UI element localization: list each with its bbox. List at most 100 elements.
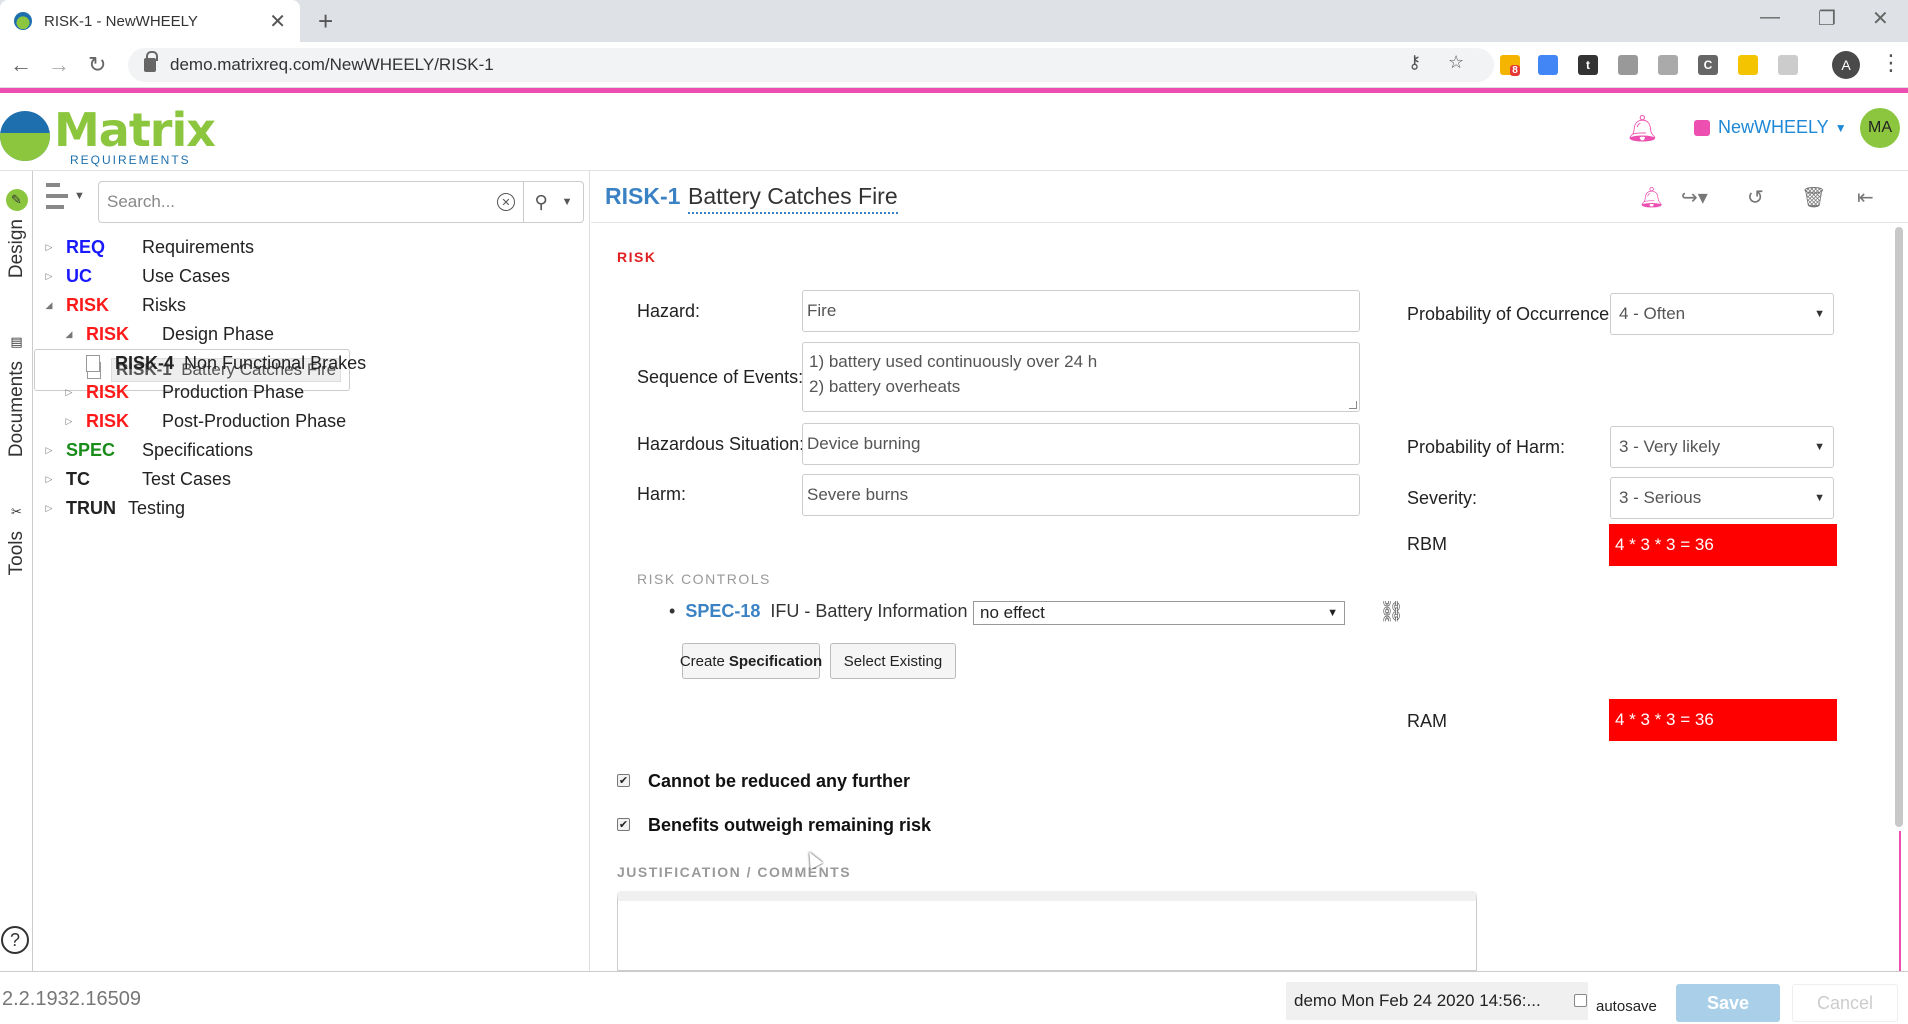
expand-icon[interactable]: ▷: [42, 271, 56, 282]
tab-documents[interactable]: ▤ Documents: [0, 331, 33, 457]
severity-value: 3 - Serious: [1619, 488, 1702, 507]
justification-editor[interactable]: [617, 891, 1477, 971]
profile-avatar[interactable]: A: [1832, 51, 1860, 79]
hazardous-situation-input[interactable]: Device burning: [802, 423, 1360, 465]
probability-occurrence-select[interactable]: 4 - Often ▼: [1610, 293, 1834, 335]
lock-icon: [144, 51, 158, 72]
extension-camera-icon[interactable]: [1658, 55, 1678, 75]
create-spec-label-bold: Specification: [728, 652, 823, 670]
create-specification-button[interactable]: Create Specification: [679, 643, 823, 679]
tree-item-post-production-phase[interactable]: ▷ RISK Post-Production Phase: [34, 407, 590, 436]
tree-item-design-phase[interactable]: ◢ RISK Design Phase: [34, 320, 590, 349]
tools-icon: ✂: [11, 504, 22, 519]
search-input[interactable]: [107, 192, 497, 212]
collapse-icon[interactable]: ◢: [42, 300, 56, 311]
extension-t-icon[interactable]: t: [1578, 55, 1598, 75]
sequence-textarea[interactable]: 1) battery used continuously over 24 h 2…: [802, 342, 1360, 412]
tab-tools-label: Tools: [5, 531, 27, 576]
tab-design[interactable]: ✎ Design: [0, 189, 33, 278]
close-tab-icon[interactable]: ✕: [269, 9, 286, 34]
risk-control-effect-select[interactable]: no effect ▼: [973, 601, 1345, 625]
watch-bell-icon[interactable]: 🔔︎: [1639, 185, 1664, 210]
tree-view-menu[interactable]: ▼: [46, 183, 85, 209]
restore-icon[interactable]: ❐: [1818, 6, 1836, 31]
notification-bell-icon[interactable]: 🔔︎: [1626, 113, 1659, 143]
tree-item-uc[interactable]: ▷ UC Use Cases: [34, 262, 590, 291]
resize-grip-icon[interactable]: [1349, 401, 1357, 409]
tree-item-risk-4[interactable]: RISK-4 Non Functional Brakes: [34, 349, 590, 378]
tree-item-trun[interactable]: ▷ TRUN Testing: [34, 494, 590, 523]
collapse-panel-icon[interactable]: ⇤: [1857, 185, 1874, 210]
new-tab-icon[interactable]: +: [318, 6, 333, 37]
share-icon[interactable]: ↪▾: [1681, 185, 1708, 210]
clear-search-icon[interactable]: ✕: [497, 193, 515, 211]
project-selector[interactable]: NewWHEELY ▼: [1694, 117, 1847, 138]
browser-tab[interactable]: RISK-1 - NewWHEELY ✕: [0, 0, 300, 42]
back-icon[interactable]: ←: [10, 52, 32, 78]
caret-down-icon: ▼: [561, 196, 573, 208]
extension-c-icon[interactable]: C: [1698, 55, 1718, 75]
sequence-line: 1) battery used continuously over 24 h: [809, 352, 1098, 371]
cannot-reduce-checkbox[interactable]: ✔: [617, 774, 630, 787]
reload-icon[interactable]: ↻: [88, 52, 106, 78]
version-text: 2.2.1932.16509: [2, 988, 142, 1010]
tree-item-tc[interactable]: ▷ TC Test Cases: [34, 465, 590, 494]
tree-item-label: Specifications: [142, 440, 254, 460]
probability-occurrence-label: Probability of Occurrence:: [1407, 304, 1615, 324]
star-icon[interactable]: ☆: [1448, 52, 1464, 73]
tree-item-risk[interactable]: ◢ RISK Risks: [34, 291, 590, 320]
tree-item-production-phase[interactable]: ▷ RISK Production Phase: [34, 378, 590, 407]
expand-icon[interactable]: ▷: [62, 416, 76, 427]
tree-item-cat: RISK: [86, 411, 130, 431]
search-button[interactable]: ⚲ ▼: [524, 181, 584, 223]
matrix-logo[interactable]: Matrix REQUIREMENTS: [0, 103, 216, 167]
close-window-icon[interactable]: ✕: [1872, 6, 1889, 31]
extension-tool-icon[interactable]: [1618, 55, 1638, 75]
expand-icon[interactable]: ▷: [42, 445, 56, 456]
item-pane: RISK-1 Battery Catches Fire 🔔︎ ↪▾ ↺ 🗑︎ ⇤…: [591, 171, 1908, 971]
browser-toolbar: ← → ↻ demo.matrixreq.com/NewWHEELY/RISK-…: [0, 42, 1908, 88]
probability-harm-select[interactable]: 3 - Very likely ▼: [1610, 426, 1834, 468]
item-header: RISK-1 Battery Catches Fire 🔔︎ ↪▾ ↺ 🗑︎ ⇤: [591, 171, 1908, 223]
collapse-icon[interactable]: ◢: [62, 329, 76, 340]
risk-control-link[interactable]: SPEC-18: [685, 601, 760, 621]
history-icon[interactable]: ↺: [1747, 185, 1764, 210]
tree-search: ✕: [98, 181, 524, 223]
forward-icon[interactable]: →: [48, 52, 70, 78]
tree-item-label: Non Functional Brakes: [184, 353, 367, 373]
save-button[interactable]: Save: [1676, 984, 1780, 1022]
expand-icon[interactable]: ▷: [42, 503, 56, 514]
tree-item-spec[interactable]: ▷ SPEC Specifications: [34, 436, 590, 465]
user-avatar[interactable]: MA: [1860, 108, 1900, 148]
expand-icon[interactable]: ▷: [62, 387, 76, 398]
key-icon[interactable]: ⚷: [1408, 52, 1421, 73]
create-spec-label: Create: [679, 652, 725, 670]
autosave-checkbox[interactable]: [1574, 994, 1587, 1007]
extension-bulb-icon[interactable]: 8: [1500, 55, 1520, 76]
expand-icon[interactable]: ▷: [42, 474, 56, 485]
benefits-outweigh-checkbox[interactable]: ✔: [617, 818, 630, 831]
address-bar[interactable]: demo.matrixreq.com/NewWHEELY/RISK-1: [128, 48, 1494, 82]
tab-tools[interactable]: ✂ Tools: [0, 501, 33, 575]
delete-icon[interactable]: 🗑︎: [1801, 185, 1826, 210]
tree-item-req[interactable]: ▷ REQ Requirements: [34, 233, 590, 262]
probability-harm-value: 3 - Very likely: [1619, 437, 1721, 456]
extension-google-icon[interactable]: [1538, 55, 1558, 75]
help-icon[interactable]: ?: [1, 926, 29, 954]
tree-panel: ▼ ✕ ⚲ ▼ ▷ REQ Requirements ▷ UC Use Case…: [34, 171, 590, 971]
select-existing-button[interactable]: Select Existing: [830, 643, 956, 679]
unlink-icon[interactable]: ⛓︎: [1379, 599, 1404, 624]
item-title[interactable]: Battery Catches Fire: [688, 183, 898, 214]
hazard-input[interactable]: Fire: [802, 290, 1360, 332]
extension-feather-icon[interactable]: [1778, 55, 1798, 75]
extension-yellow-icon[interactable]: [1738, 55, 1758, 75]
scrollbar[interactable]: [1895, 227, 1903, 827]
minimize-icon[interactable]: —: [1760, 6, 1780, 29]
expand-icon[interactable]: ▷: [42, 242, 56, 253]
harm-input[interactable]: Severe burns: [802, 474, 1360, 516]
menu-icon[interactable]: ⋮: [1880, 50, 1902, 76]
cancel-button[interactable]: Cancel: [1792, 984, 1898, 1022]
rbm-score: 4 * 3 * 3 = 36: [1609, 524, 1837, 566]
severity-select[interactable]: 3 - Serious ▼: [1610, 477, 1834, 519]
tree-item-cat: RISK: [86, 324, 130, 344]
